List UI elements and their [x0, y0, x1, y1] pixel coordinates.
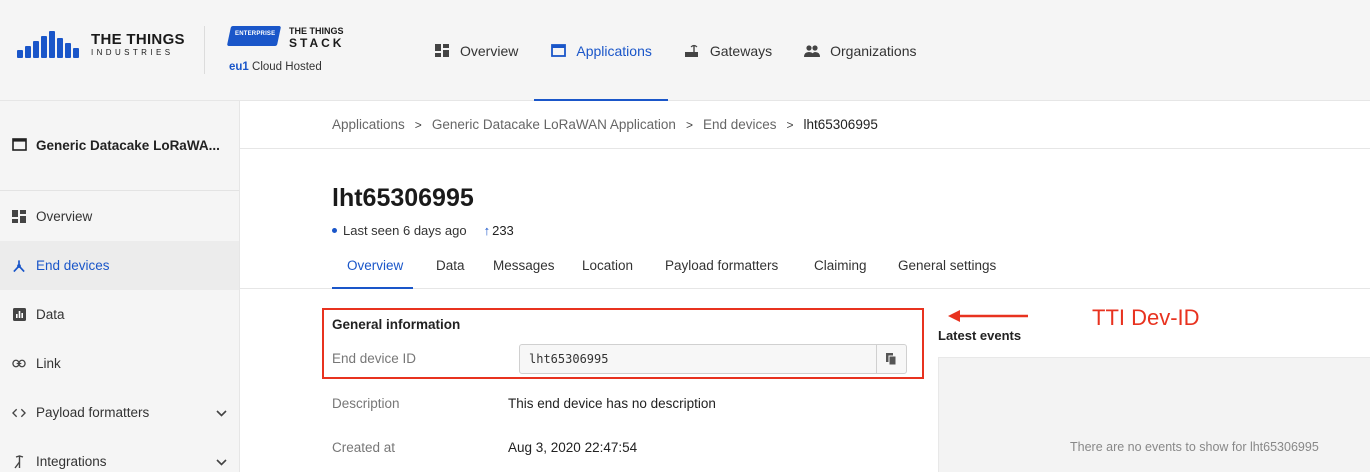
top-nav: Overview Applications Gateways Organizat… — [418, 0, 933, 101]
tti-logo-icon — [17, 30, 85, 58]
people-icon — [804, 44, 821, 58]
code-icon — [12, 406, 26, 420]
topnav-gateways[interactable]: Gateways — [668, 0, 788, 101]
page-title: lht65306995 — [332, 184, 474, 212]
breadcrumb-item-current: lht65306995 — [803, 117, 878, 132]
sidebar: Generic Datacake LoRaWA... Overview End … — [0, 101, 240, 472]
sidebar-app-header[interactable]: Generic Datacake LoRaWA... — [0, 101, 239, 191]
annotation-arrow-icon — [948, 310, 1028, 322]
hosting-label: eu1 Cloud Hosted — [229, 61, 322, 73]
chevron-down-icon[interactable] — [216, 405, 227, 420]
annotation-label: TTI Dev-ID — [1092, 305, 1200, 330]
sidebar-item-overview[interactable]: Overview — [0, 192, 239, 241]
general-info-heading: General information — [332, 317, 461, 332]
tab-claiming[interactable]: Claiming — [814, 258, 867, 273]
sidebar-item-link[interactable]: Link — [0, 339, 239, 388]
topnav-organizations-label: Organizations — [830, 42, 917, 59]
tti-logo-line2: INDUSTRIES — [91, 47, 174, 57]
breadcrumb-separator: > — [414, 117, 422, 132]
tab-messages[interactable]: Messages — [493, 258, 555, 273]
breadcrumb-separator: > — [786, 117, 794, 132]
dashboard-icon — [434, 44, 450, 58]
top-header: THE THINGS INDUSTRIES ENTERPRISE THE THI… — [0, 0, 1370, 101]
status-dot — [332, 228, 337, 233]
tab-payload-formatters[interactable]: Payload formatters — [665, 258, 778, 273]
device-tabs: Overview Data Messages Location Payload … — [240, 246, 1370, 289]
integration-icon — [12, 454, 26, 469]
sidebar-item-label: Integrations — [36, 454, 107, 469]
latest-events-heading: Latest events — [938, 328, 1022, 343]
breadcrumb-item-application[interactable]: Generic Datacake LoRaWAN Application — [432, 117, 676, 132]
sidebar-app-name: Generic Datacake LoRaWA... — [36, 138, 220, 153]
stack-title-line2: STACK — [289, 36, 345, 50]
sidebar-item-label: End devices — [36, 258, 110, 273]
breadcrumb: Applications > Generic Datacake LoRaWAN … — [240, 101, 1370, 149]
uplink-counter: ↑ 233 — [484, 223, 514, 238]
device-hub-icon — [12, 259, 26, 273]
active-tab-indicator — [332, 287, 413, 289]
sidebar-item-data[interactable]: Data — [0, 290, 239, 339]
copy-icon[interactable] — [876, 345, 906, 373]
sidebar-item-label: Link — [36, 356, 61, 371]
topnav-overview-label: Overview — [460, 42, 519, 59]
header-divider — [204, 26, 205, 74]
end-device-id-label: End device ID — [332, 351, 417, 366]
arrow-up-icon: ↑ — [483, 223, 491, 238]
breadcrumb-item-end-devices[interactable]: End devices — [703, 117, 777, 132]
tti-logo[interactable]: THE THINGS INDUSTRIES — [17, 30, 185, 58]
hosting-text: Cloud Hosted — [252, 61, 322, 73]
sidebar-item-integrations[interactable]: Integrations — [0, 437, 239, 472]
tab-data[interactable]: Data — [436, 258, 465, 273]
topnav-applications[interactable]: Applications — [534, 0, 668, 101]
created-at-label: Created at — [332, 440, 396, 455]
enterprise-badge-text: ENTERPRISE — [235, 31, 276, 37]
tab-overview[interactable]: Overview — [347, 258, 403, 273]
end-device-id-field[interactable]: lht65306995 — [519, 344, 907, 374]
sidebar-item-label: Overview — [36, 209, 93, 224]
stack-title-line1: THE THINGS — [289, 26, 344, 36]
chevron-down-icon[interactable] — [216, 454, 227, 469]
topnav-organizations[interactable]: Organizations — [788, 0, 932, 101]
region-label: eu1 — [229, 61, 249, 73]
topnav-gateways-label: Gateways — [709, 42, 773, 59]
link-icon — [12, 357, 26, 371]
uplink-count: 233 — [492, 223, 514, 238]
end-device-id-value[interactable]: lht65306995 — [529, 352, 608, 366]
tab-general-settings[interactable]: General settings — [898, 258, 996, 273]
sidebar-item-payload-formatters[interactable]: Payload formatters — [0, 388, 239, 437]
topnav-overview[interactable]: Overview — [418, 0, 534, 101]
last-seen-text: Last seen 6 days ago — [343, 223, 467, 238]
router-icon — [684, 44, 700, 58]
window-icon — [550, 44, 566, 58]
tab-location[interactable]: Location — [582, 258, 633, 273]
bar-chart-icon — [12, 308, 26, 322]
created-at-value: Aug 3, 2020 22:47:54 — [508, 440, 638, 455]
description-label: Description — [332, 396, 400, 411]
device-status: Last seen 6 days ago ↑ 233 — [332, 223, 514, 238]
window-icon — [12, 137, 27, 154]
events-panel — [938, 357, 1370, 472]
events-empty-message: There are no events to show for lht65306… — [1070, 440, 1319, 454]
description-value: This end device has no description — [508, 396, 716, 411]
breadcrumb-separator: > — [685, 117, 693, 132]
dashboard-icon — [12, 210, 26, 224]
sidebar-item-label: Data — [36, 307, 65, 322]
topnav-applications-label: Applications — [576, 42, 652, 59]
sidebar-item-end-devices[interactable]: End devices — [0, 241, 239, 290]
breadcrumb-item-applications[interactable]: Applications — [332, 117, 405, 132]
sidebar-item-label: Payload formatters — [36, 405, 150, 420]
tti-logo-line1: THE THINGS — [91, 30, 185, 48]
